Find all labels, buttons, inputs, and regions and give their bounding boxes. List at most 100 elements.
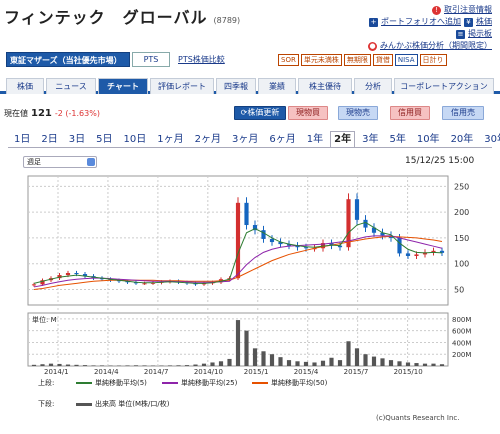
volume-bar bbox=[337, 360, 343, 366]
volume-bar bbox=[201, 363, 207, 366]
tab-analysis[interactable]: 分析 bbox=[354, 78, 392, 94]
candle-body bbox=[354, 199, 360, 220]
badge-sor: SOR bbox=[278, 54, 299, 66]
header-links: ! 取引注意情報 + ポートフォリオへ追加 ¥ 株価 ≡ 掲示板 ● みんかぶ株価分析（期間… bbox=[322, 4, 492, 52]
legend-ma50-swatch bbox=[252, 382, 268, 384]
period-tab[interactable]: 20年 bbox=[447, 131, 478, 148]
period-tab[interactable]: 3日 bbox=[65, 131, 89, 148]
period-tab[interactable]: 30年 bbox=[480, 131, 500, 148]
candle-body bbox=[74, 273, 79, 275]
current-price-label: 現在値 bbox=[4, 109, 28, 118]
period-tab[interactable]: 5日 bbox=[92, 131, 116, 148]
period-tab[interactable]: 6ヶ月 bbox=[265, 131, 299, 148]
margin-sell-button[interactable]: 信用売 bbox=[442, 106, 484, 120]
pts-tab[interactable]: PTS bbox=[132, 52, 170, 67]
legend-ma25-swatch bbox=[162, 382, 178, 384]
period-tab[interactable]: 2年 bbox=[330, 131, 356, 148]
candle-body bbox=[142, 283, 147, 285]
volume-bar bbox=[346, 341, 351, 366]
legend-ma5: 単純移動平均(5) bbox=[76, 378, 147, 388]
legend-volume-label: 出来高 単位(M株/口/枚) bbox=[95, 400, 170, 408]
candle-body bbox=[269, 238, 275, 243]
period-tab[interactable]: 1ヶ月 bbox=[153, 131, 187, 148]
volume-bar bbox=[371, 356, 377, 366]
pts-compare-link[interactable]: PTS株価比較 bbox=[178, 54, 225, 65]
spot-sell-button[interactable]: 現物売 bbox=[338, 106, 378, 120]
period-tab[interactable]: 1年 bbox=[303, 131, 327, 148]
tab-corporate-action[interactable]: コーポレートアクション bbox=[394, 78, 494, 94]
candle-body bbox=[397, 237, 402, 254]
volume-tick-label: 400M bbox=[452, 339, 471, 347]
volume-bar bbox=[142, 365, 147, 366]
volume-bar bbox=[320, 360, 326, 366]
volume-bar bbox=[252, 348, 258, 366]
volume-bar bbox=[363, 354, 368, 366]
add-portfolio-link[interactable]: ポートフォリオへ追加 bbox=[381, 16, 461, 28]
badge-nisa: NISA bbox=[394, 54, 418, 66]
volume-bar bbox=[380, 358, 385, 366]
period-tab[interactable]: 1日 bbox=[10, 131, 34, 148]
legend-upper-label: 上段: bbox=[38, 379, 55, 387]
period-tab[interactable]: 3ヶ月 bbox=[228, 131, 262, 148]
update-label: 株価更新 bbox=[247, 108, 280, 117]
volume-bar bbox=[414, 363, 419, 366]
tab-stock-price[interactable]: 株価 bbox=[6, 78, 44, 94]
spot-buy-button[interactable]: 現物買 bbox=[288, 106, 328, 120]
tab-shareholder-benefits[interactable]: 株主優待 bbox=[298, 78, 352, 94]
market-tab[interactable]: 東証マザーズ（当社優先市場） bbox=[6, 52, 130, 67]
price-tick-label: 50 bbox=[454, 286, 464, 295]
chart-legend: 上段: 単純移動平均(5) 単純移動平均(25) 単純移動平均(50) 下段: … bbox=[22, 375, 484, 411]
page-title: フィンテック グローバル (8789) bbox=[4, 4, 240, 28]
candle-body bbox=[31, 284, 37, 286]
tab-chart[interactable]: チャート bbox=[98, 78, 148, 94]
price-tick-label: 150 bbox=[454, 234, 469, 243]
tab-shikiho[interactable]: 四季報 bbox=[216, 78, 256, 94]
legend-ma25: 単純移動平均(25) bbox=[162, 378, 237, 388]
price-tick-label: 200 bbox=[454, 208, 469, 217]
period-tab[interactable]: 5年 bbox=[385, 131, 409, 148]
period-tab[interactable]: 2ヶ月 bbox=[191, 131, 225, 148]
volume-bar bbox=[388, 360, 394, 366]
stock-price-link[interactable]: 株価 bbox=[476, 16, 492, 28]
volume-bar bbox=[40, 364, 45, 366]
trade-notice-link[interactable]: 取引注意情報 bbox=[444, 4, 492, 16]
volume-bar bbox=[133, 365, 139, 366]
badge-odd-lot: 単元未満株 bbox=[300, 54, 342, 66]
price-tick-label: 100 bbox=[454, 260, 469, 269]
company-name: フィンテック グローバル bbox=[4, 8, 208, 27]
update-price-button[interactable]: ⟳株価更新 bbox=[234, 106, 286, 120]
tab-news[interactable]: ニュース bbox=[46, 78, 96, 94]
stock-price-icon: ¥ bbox=[464, 17, 473, 27]
period-tab[interactable]: 10年 bbox=[413, 131, 444, 148]
tab-rating-report[interactable]: 評価レポート bbox=[150, 78, 214, 94]
period-tab[interactable]: 2日 bbox=[37, 131, 61, 148]
volume-bar bbox=[244, 330, 249, 366]
chart-type-select[interactable]: 週足 bbox=[23, 156, 97, 168]
candle-body bbox=[414, 254, 419, 256]
warning-icon: ! bbox=[432, 5, 441, 15]
volume-bar bbox=[31, 364, 37, 366]
legend-ma25-label: 単純移動平均(25) bbox=[181, 379, 238, 387]
legend-ma50: 単純移動平均(50) bbox=[252, 378, 327, 388]
price-tick-label: 250 bbox=[454, 182, 469, 191]
badge-row: SOR 単元未満株 無期限 貸借 NISA 日計り bbox=[278, 54, 447, 66]
period-tabs-divider bbox=[8, 147, 492, 148]
badge-daytrade: 日計り bbox=[419, 54, 447, 66]
bbs-link[interactable]: 掲示板 bbox=[468, 28, 492, 40]
tab-earnings[interactable]: 業績 bbox=[258, 78, 296, 94]
volume-bar bbox=[227, 358, 232, 366]
volume-bar bbox=[235, 320, 241, 366]
legend-lower-label: 下段: bbox=[38, 400, 55, 408]
minkabu-link[interactable]: みんかぶ株価分析（期間限定） bbox=[380, 40, 492, 52]
period-tab[interactable]: 10日 bbox=[120, 131, 151, 148]
volume-bar bbox=[269, 354, 275, 366]
candle-body bbox=[244, 202, 249, 226]
margin-buy-button[interactable]: 信用買 bbox=[390, 106, 430, 120]
stock-code: (8789) bbox=[213, 16, 241, 25]
volume-bar bbox=[91, 365, 96, 366]
period-tabs: 1日2日3日5日10日1ヶ月2ヶ月3ヶ月6ヶ月1年2年3年5年10年20年30年 bbox=[10, 131, 500, 148]
price-change: -2 (-1.63%) bbox=[54, 109, 100, 118]
volume-bar bbox=[329, 357, 334, 366]
period-tab[interactable]: 3年 bbox=[358, 131, 382, 148]
legend-ma50-label: 単純移動平均(50) bbox=[271, 379, 328, 387]
